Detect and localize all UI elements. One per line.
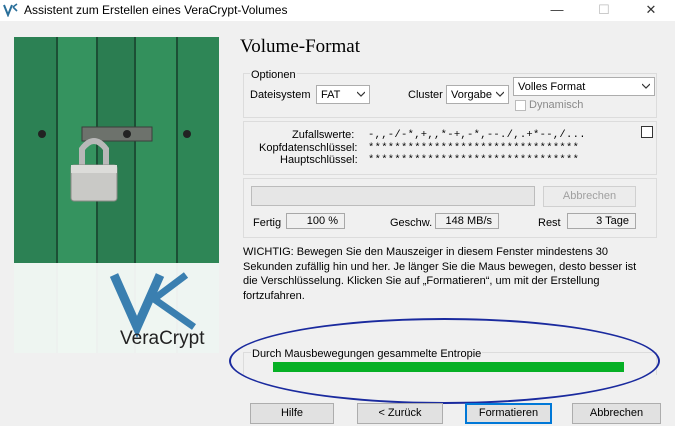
cancel-button[interactable]: Abbrechen — [572, 403, 661, 424]
random-pool-label: Zufallswerte: — [292, 129, 355, 141]
close-button[interactable]: ✕ — [636, 1, 666, 19]
chevron-down-icon — [642, 83, 650, 89]
done-label: Fertig — [253, 217, 282, 229]
abort-button[interactable]: Abbrechen — [543, 186, 636, 207]
filesystem-value: FAT — [321, 89, 341, 101]
cluster-select[interactable]: Vorgabe — [446, 85, 509, 104]
remaining-value: 3 Tage — [596, 215, 629, 227]
speed-value: 148 MB/s — [445, 215, 492, 227]
done-value: 100 % — [306, 215, 338, 227]
help-button[interactable]: Hilfe — [250, 403, 334, 424]
dynamic-label: Dynamisch — [529, 99, 584, 111]
title-bar: Assistent zum Erstellen eines VeraCrypt-… — [0, 0, 675, 21]
show-keys-checkbox[interactable] — [641, 126, 653, 138]
format-progress-bar — [251, 186, 535, 206]
maximize-button[interactable]: ☐ — [589, 1, 619, 19]
taskbar-strip — [0, 426, 675, 431]
random-pool-value: -,,-/-*,+,,*-+,-*,--./,.+*--,/... — [368, 129, 586, 141]
filesystem-label: Dateisystem — [250, 89, 311, 101]
instructions-text: WICHTIG: Bewegen Sie den Mauszeiger in d… — [243, 246, 637, 302]
padlock-door-artwork — [14, 37, 219, 353]
cluster-value: Vorgabe — [451, 89, 492, 101]
veracrypt-logo-text: VeraCrypt — [120, 328, 205, 349]
cluster-label: Cluster — [408, 89, 443, 101]
minimize-button[interactable]: — — [542, 1, 572, 19]
chevron-down-icon — [357, 91, 365, 97]
page-title: Volume-Format — [240, 36, 360, 57]
header-key-label: Kopfdatenschlüssel: — [259, 142, 358, 154]
veracrypt-banner-image: VeraCrypt — [14, 37, 219, 353]
window-title: Assistent zum Erstellen eines VeraCrypt-… — [24, 3, 288, 17]
format-button[interactable]: Formatieren — [465, 403, 552, 424]
speed-field: 148 MB/s — [435, 213, 499, 229]
remaining-field: 3 Tage — [567, 213, 636, 229]
back-button[interactable]: < Zurück — [357, 403, 443, 424]
master-key-label: Hauptschlüssel: — [280, 154, 358, 166]
master-key-value: ******************************** — [368, 154, 580, 166]
veracrypt-app-icon — [3, 3, 18, 17]
format-mode-value: Volles Format — [518, 81, 586, 93]
filesystem-select[interactable]: FAT — [316, 85, 370, 104]
options-group-label: Optionen — [250, 69, 297, 81]
remaining-label: Rest — [538, 217, 561, 229]
header-key-value: ******************************** — [368, 142, 580, 154]
dynamic-checkbox[interactable] — [515, 100, 526, 111]
format-mode-select[interactable]: Volles Format — [513, 77, 655, 96]
annotation-highlight-oval — [229, 318, 660, 404]
speed-label: Geschw. — [390, 217, 433, 229]
chevron-down-icon — [496, 91, 504, 97]
done-field: 100 % — [286, 213, 345, 229]
